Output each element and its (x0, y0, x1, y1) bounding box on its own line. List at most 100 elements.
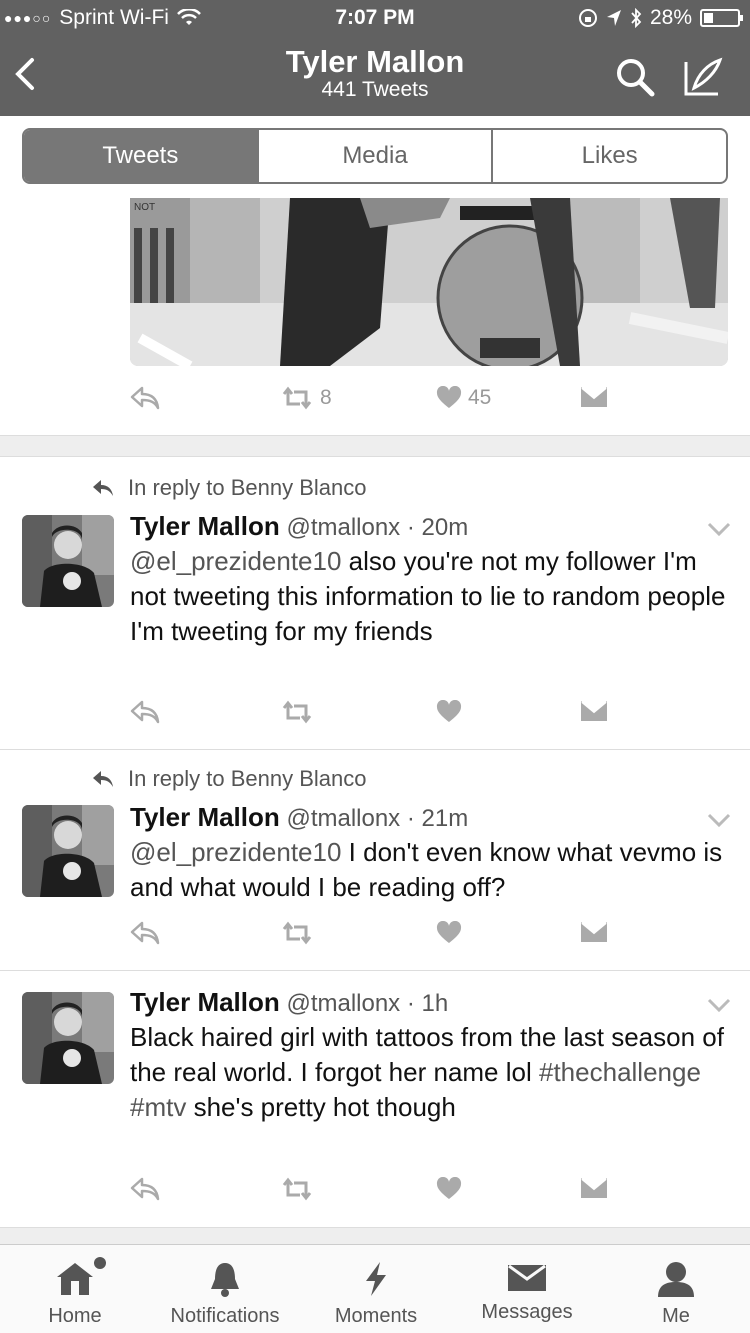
tweet-feed[interactable]: NOT 8 45 In reply to Benny Blanco Tyler … (0, 198, 750, 1244)
tweet-item[interactable]: In reply to Benny Blanco Tyler Mallon @t… (0, 750, 750, 970)
tweet-item[interactable]: Tyler Mallon @tmallonx · 1h Black haired… (0, 971, 750, 1227)
battery-icon (700, 9, 743, 27)
like-button[interactable] (436, 700, 462, 724)
avatar[interactable] (22, 992, 114, 1084)
tweet-actions (130, 700, 630, 734)
retweet-icon (282, 921, 312, 945)
envelope-icon (581, 387, 607, 407)
photo-sign-text: NOT (134, 202, 155, 213)
tweet-photo[interactable]: NOT (130, 198, 728, 366)
bell-icon (211, 1263, 239, 1297)
hashtag-link[interactable]: #thechallenge (539, 1057, 701, 1087)
tab-home-label: Home (48, 1305, 102, 1327)
compose-icon[interactable] (680, 54, 726, 100)
reply-context: In reply to Benny Blanco (92, 766, 366, 792)
heart-icon (436, 386, 462, 408)
profile-header: Tyler Mallon 441 Tweets (0, 40, 750, 116)
retweet-button[interactable] (280, 921, 314, 945)
hashtag-link[interactable]: #mtv (130, 1092, 186, 1122)
tab-me-label: Me (662, 1305, 690, 1327)
like-button[interactable]: 45 (436, 386, 491, 410)
author-handle[interactable]: @tmallonx (286, 805, 400, 832)
tab-notifications[interactable]: Notifications (160, 1245, 290, 1333)
tweet-actions (130, 1177, 630, 1211)
section-divider (0, 1227, 750, 1244)
reply-button[interactable] (130, 700, 160, 724)
bluetooth-icon (631, 8, 642, 28)
lightning-icon (366, 1262, 386, 1296)
reply-context-icon (93, 771, 113, 787)
tweet-time: · 20m (406, 514, 469, 541)
heart-icon (436, 1177, 462, 1199)
direct-message-button[interactable] (580, 1177, 608, 1199)
direct-message-button[interactable] (580, 921, 608, 943)
tab-me[interactable]: Me (636, 1245, 716, 1333)
retweet-icon (282, 386, 312, 410)
chevron-down-icon[interactable] (706, 812, 732, 828)
avatar[interactable] (22, 805, 114, 897)
reply-icon (130, 386, 160, 410)
tweet-text-content: she's pretty hot though (193, 1092, 456, 1122)
tweet-text: @el_prezidente10 I don't even know what … (130, 835, 730, 905)
avatar[interactable] (22, 515, 114, 607)
direct-message-button[interactable] (580, 700, 608, 722)
author-handle[interactable]: @tmallonx (286, 514, 400, 541)
tweet-time: · 1h (406, 990, 449, 1017)
heart-icon (436, 921, 462, 943)
location-icon (606, 10, 621, 26)
direct-message-button[interactable] (580, 386, 608, 408)
retweet-button[interactable]: 8 (280, 386, 332, 410)
like-button[interactable] (436, 921, 462, 945)
reply-button[interactable] (130, 921, 160, 945)
author-handle[interactable]: @tmallonx (286, 990, 400, 1017)
like-button[interactable] (436, 1177, 462, 1201)
reply-button[interactable] (130, 1177, 160, 1201)
reply-button[interactable] (130, 386, 160, 410)
heart-icon (436, 700, 462, 722)
author-name[interactable]: Tyler Mallon (130, 511, 280, 541)
tweet-header: Tyler Mallon @tmallonx · 20m (130, 511, 468, 542)
battery-percent: 28% (649, 6, 692, 29)
reply-icon (130, 700, 160, 724)
like-count: 45 (468, 386, 492, 409)
chevron-down-icon[interactable] (706, 521, 732, 537)
tab-messages-label: Messages (481, 1301, 573, 1323)
tab-moments[interactable]: Moments (326, 1245, 426, 1333)
tab-moments-label: Moments (334, 1305, 418, 1327)
tab-likes[interactable]: Likes (491, 130, 726, 182)
home-icon (57, 1263, 93, 1295)
retweet-icon (282, 1177, 312, 1201)
reply-context: In reply to Benny Blanco (92, 475, 366, 501)
reply-context-label: In reply to Benny Blanco (128, 475, 367, 500)
tweet-actions: 8 45 (130, 386, 630, 420)
profile-tabs: Tweets Media Likes (0, 116, 750, 198)
author-name[interactable]: Tyler Mallon (130, 987, 280, 1017)
status-bar: ●●●○○ Sprint Wi-Fi 7:07 PM 28% (0, 0, 750, 40)
tab-messages[interactable]: Messages (472, 1245, 582, 1333)
tab-notifications-label: Notifications (170, 1305, 280, 1327)
tweet-text: @el_prezidente10 also you're not my foll… (130, 544, 730, 649)
envelope-icon (581, 701, 607, 721)
tab-home[interactable]: Home (30, 1245, 120, 1333)
retweet-icon (282, 700, 312, 724)
rotation-lock-icon (578, 9, 597, 27)
mention-link[interactable]: @el_prezidente10 (130, 546, 341, 576)
notification-dot (94, 1257, 106, 1269)
tab-tweets[interactable]: Tweets (24, 130, 257, 182)
reply-icon (130, 921, 160, 945)
mention-link[interactable]: @el_prezidente10 (130, 837, 341, 867)
reply-context-label: In reply to Benny Blanco (128, 766, 367, 791)
tweet-item[interactable]: In reply to Benny Blanco Tyler Mallon @t… (0, 457, 750, 747)
chevron-down-icon[interactable] (706, 997, 732, 1013)
search-icon[interactable] (612, 54, 658, 100)
retweet-button[interactable] (280, 700, 314, 724)
tab-media[interactable]: Media (256, 130, 492, 182)
envelope-icon (581, 922, 607, 942)
envelope-icon (581, 1178, 607, 1198)
author-name[interactable]: Tyler Mallon (130, 802, 280, 832)
tweet-text: Black haired girl with tattoos from the … (130, 1020, 730, 1125)
reply-context-icon (93, 480, 113, 496)
tweet-actions (130, 921, 630, 955)
tweet-header: Tyler Mallon @tmallonx · 21m (130, 802, 468, 833)
retweet-button[interactable] (280, 1177, 314, 1201)
